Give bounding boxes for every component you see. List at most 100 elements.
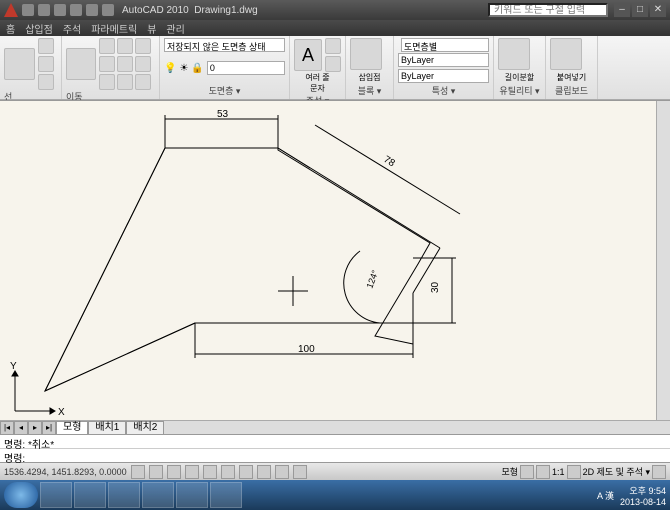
qat-redo-icon[interactable] <box>86 4 98 16</box>
mirror-tool-icon[interactable] <box>99 56 115 72</box>
dim-table-icon[interactable] <box>325 56 341 72</box>
rotate-tool-icon[interactable] <box>117 38 133 54</box>
qat-open-icon[interactable] <box>38 4 50 16</box>
ortho-toggle-icon[interactable] <box>167 465 181 479</box>
fillet-tool-icon[interactable] <box>135 56 151 72</box>
taskbar-app2-icon[interactable] <box>176 482 208 508</box>
trim-tool-icon[interactable] <box>135 38 151 54</box>
qat-print-icon[interactable] <box>102 4 114 16</box>
array-tool-icon[interactable] <box>117 74 133 90</box>
clock-time[interactable]: 오후 9:54 <box>620 484 666 497</box>
polyline-tool-icon[interactable] <box>38 38 54 54</box>
model-tab[interactable]: 모형 <box>56 421 88 435</box>
drawing-canvas[interactable]: 53 78 30 100 124° X Y <box>0 100 670 420</box>
otrack-toggle-icon[interactable] <box>221 465 235 479</box>
lwt-toggle-icon[interactable] <box>275 465 289 479</box>
workspace-lock-icon[interactable] <box>652 465 666 479</box>
start-button[interactable] <box>4 482 38 508</box>
insert-label: 삽입점 <box>350 72 389 83</box>
tab-insert[interactable]: 삽입점 <box>25 21 53 36</box>
polar-toggle-icon[interactable] <box>185 465 199 479</box>
close-button[interactable]: ✕ <box>650 3 666 17</box>
panel-utilities: 길이분할 유틸리티 ▾ <box>494 36 546 99</box>
model-paper-toggle[interactable]: 모형 <box>501 465 518 478</box>
insert-block-icon[interactable] <box>350 38 382 70</box>
taskbar-explorer-icon[interactable] <box>40 482 72 508</box>
panel-draw: 선 그리기 ▾ <box>0 36 62 99</box>
taskbar-autocad-icon[interactable] <box>210 482 242 508</box>
panel-util-label[interactable]: 유틸리티 ▾ <box>498 84 541 97</box>
dyn-toggle-icon[interactable] <box>257 465 271 479</box>
linetype-dropdown[interactable]: ByLayer <box>398 69 489 83</box>
layout-tabs-bar: |◂ ◂ ▸ ▸| 모형 배치1 배치2 <box>0 420 670 434</box>
workspace-label[interactable]: 2D 제도 및 주석 ▾ <box>583 465 650 478</box>
taskbar-ie-icon[interactable] <box>74 482 106 508</box>
tab-manage[interactable]: 관리 <box>166 21 184 36</box>
qat-new-icon[interactable] <box>22 4 34 16</box>
layer-state-dropdown[interactable]: 저장되지 않은 도면층 상태 <box>164 38 285 52</box>
ribbon-tabs: 홈 삽입점 주석 파라메트릭 뷰 관리 <box>0 20 670 36</box>
layout1-tab[interactable]: 배치1 <box>88 421 126 435</box>
ribbon: 선 그리기 ▾ 이동 수정 ▾ 저장되지 않은 도면층 상태 💡 ☀ � <box>0 36 670 100</box>
panel-layers-label[interactable]: 도면층 ▾ <box>164 84 285 97</box>
arc-tool-icon[interactable] <box>38 74 54 90</box>
panel-clipboard: 붙여넣기 클립보드 <box>546 36 598 99</box>
taskbar-app1-icon[interactable] <box>142 482 174 508</box>
panel-clip-label[interactable]: 클립보드 <box>550 84 593 97</box>
grid-toggle-icon[interactable] <box>149 465 163 479</box>
circle-tool-icon[interactable] <box>38 56 54 72</box>
paste-tool-icon[interactable] <box>550 38 582 70</box>
app-menu-icon[interactable] <box>4 3 18 17</box>
color-dropdown[interactable]: 도면층별 <box>401 38 489 52</box>
snap-toggle-icon[interactable] <box>131 465 145 479</box>
vertical-scrollbar[interactable] <box>656 101 670 420</box>
maximize-button[interactable]: □ <box>632 3 648 17</box>
layer-lock-icon[interactable]: 🔒 <box>191 63 203 74</box>
quickview-layouts-icon[interactable] <box>520 465 534 479</box>
tab-annotate[interactable]: 주석 <box>63 21 81 36</box>
panel-block-label[interactable]: 블록 ▾ <box>350 84 389 97</box>
tab-parametric[interactable]: 파라메트릭 <box>91 21 137 36</box>
qp-toggle-icon[interactable] <box>293 465 307 479</box>
panel-annotation: A 여러 줄 문자 주석 ▾ <box>290 36 346 99</box>
tab-prev-icon[interactable]: ◂ <box>14 421 28 435</box>
taskbar-folder-icon[interactable] <box>108 482 140 508</box>
layer-bulb-icon[interactable]: 💡 <box>164 63 176 74</box>
minimize-button[interactable]: – <box>614 3 630 17</box>
windows-taskbar: A 漢 오후 9:54 2013-08-14 <box>0 480 670 510</box>
ime-indicator[interactable]: A 漢 <box>597 489 614 502</box>
line-tool-icon[interactable] <box>4 48 35 80</box>
scale-tool-icon[interactable] <box>117 56 133 72</box>
tab-next-icon[interactable]: ▸ <box>28 421 42 435</box>
anno-visibility-icon[interactable] <box>567 465 581 479</box>
layout2-tab[interactable]: 배치2 <box>126 421 164 435</box>
dim-53: 53 <box>217 109 229 120</box>
drawing-svg: 53 78 30 100 124° X Y <box>0 101 670 421</box>
command-history: 명령: *취소* <box>0 434 670 448</box>
panel-props-label[interactable]: 특성 ▾ <box>398 84 489 97</box>
qat-undo-icon[interactable] <box>70 4 82 16</box>
layer-dropdown[interactable]: 0 <box>207 61 285 75</box>
text-tool-icon[interactable]: A <box>294 39 322 71</box>
tab-last-icon[interactable]: ▸| <box>42 421 56 435</box>
layer-sun-icon[interactable]: ☀ <box>179 63 188 74</box>
dim-linear-icon[interactable] <box>325 38 341 54</box>
window-buttons: – □ ✕ <box>614 3 666 17</box>
command-input[interactable] <box>25 450 666 461</box>
help-search-input[interactable] <box>488 3 608 17</box>
stretch-tool-icon[interactable] <box>99 74 115 90</box>
ducs-toggle-icon[interactable] <box>239 465 253 479</box>
copy-tool-icon[interactable] <box>99 38 115 54</box>
lineweight-dropdown[interactable]: ByLayer <box>398 53 489 67</box>
move-tool-icon[interactable] <box>66 48 96 80</box>
tab-view[interactable]: 뷰 <box>147 21 156 36</box>
tab-home[interactable]: 홈 <box>6 21 15 36</box>
measure-tool-icon[interactable] <box>498 38 530 70</box>
tab-first-icon[interactable]: |◂ <box>0 421 14 435</box>
explode-tool-icon[interactable] <box>135 74 151 90</box>
panel-properties: 도면층별 ByLayer ByLayer 특성 ▾ <box>394 36 494 99</box>
anno-scale[interactable]: 1:1 <box>552 467 565 477</box>
quickview-drawings-icon[interactable] <box>536 465 550 479</box>
qat-save-icon[interactable] <box>54 4 66 16</box>
osnap-toggle-icon[interactable] <box>203 465 217 479</box>
